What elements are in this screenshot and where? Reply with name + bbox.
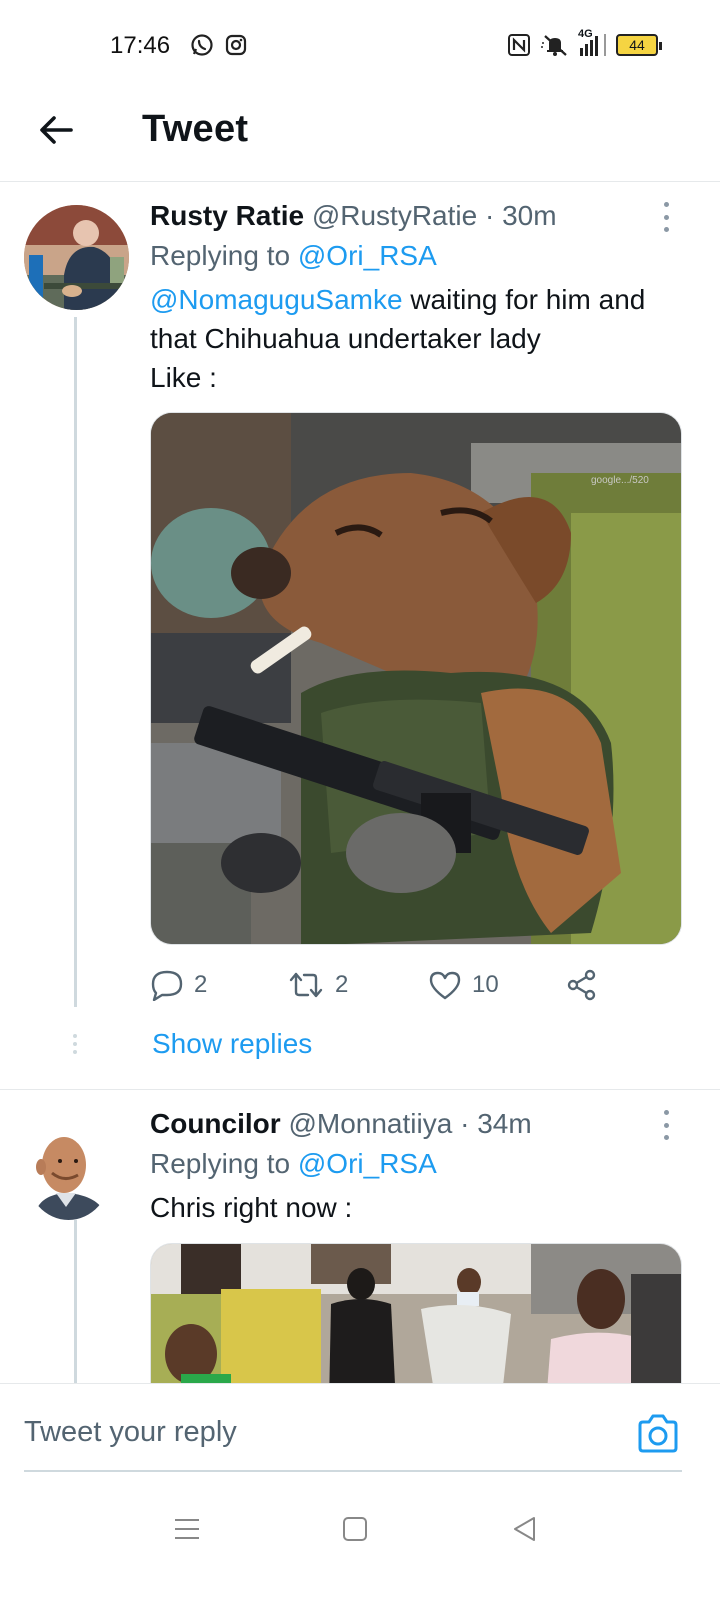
status-bar: 17:46 4G 44 bbox=[0, 0, 720, 90]
dot-separator: · bbox=[484, 200, 495, 231]
author-name[interactable]: Councilor bbox=[150, 1108, 281, 1139]
system-nav-bar bbox=[0, 1483, 720, 1600]
author-handle[interactable]: @Monnatiiya bbox=[288, 1108, 452, 1139]
composer-underline bbox=[24, 1470, 682, 1472]
whatsapp-icon bbox=[191, 34, 213, 56]
media-watermark: google.../520 bbox=[591, 475, 649, 486]
mute-icon bbox=[541, 35, 567, 56]
tweet-text-last-line: Like : bbox=[150, 362, 217, 393]
nfc-icon bbox=[508, 34, 530, 56]
thread-line bbox=[74, 317, 77, 1007]
battery-level: 44 bbox=[629, 37, 645, 53]
replying-to-link[interactable]: @Ori_RSA bbox=[298, 240, 437, 271]
network-type: 4G bbox=[578, 28, 593, 40]
author-handle[interactable]: @RustyRatie bbox=[312, 200, 477, 231]
page-title: Tweet bbox=[142, 108, 249, 150]
replying-to: Replying to @Ori_RSA bbox=[150, 1148, 682, 1180]
retweet-count: 2 bbox=[335, 971, 349, 998]
back-triangle-icon bbox=[514, 1517, 535, 1541]
menu-button[interactable] bbox=[167, 1509, 207, 1549]
menu-icon bbox=[175, 1519, 199, 1539]
battery-icon: 44 bbox=[616, 34, 662, 56]
reply-input[interactable]: Tweet your reply bbox=[24, 1416, 237, 1449]
tweet[interactable]: Rusty Ratie @RustyRatie · 30m Replying t… bbox=[0, 182, 720, 1090]
camera-button[interactable] bbox=[636, 1413, 680, 1455]
tweet-text: Chris right now : bbox=[150, 1192, 353, 1223]
more-options-button[interactable] bbox=[656, 1110, 676, 1140]
tweet-media[interactable]: google.../520 bbox=[150, 412, 682, 945]
like-count: 10 bbox=[472, 971, 499, 998]
replying-prefix: Replying to bbox=[150, 1148, 291, 1179]
replying-prefix: Replying to bbox=[150, 240, 291, 271]
thread-line bbox=[74, 1220, 77, 1383]
replying-to-link[interactable]: @Ori_RSA bbox=[298, 1148, 437, 1179]
camera-icon bbox=[638, 1414, 678, 1453]
home-button[interactable] bbox=[335, 1509, 375, 1549]
author-name[interactable]: Rusty Ratie bbox=[150, 200, 304, 231]
system-back-button[interactable] bbox=[504, 1509, 544, 1549]
status-left-icons bbox=[190, 33, 248, 57]
reply-button[interactable]: 2 bbox=[150, 969, 207, 1001]
avatar[interactable] bbox=[24, 205, 129, 310]
reply-count: 2 bbox=[194, 971, 208, 998]
status-right-icons: 4G 44 bbox=[508, 28, 662, 57]
retweet-icon bbox=[289, 972, 323, 998]
status-time: 17:46 bbox=[110, 32, 171, 59]
app-bar: Tweet bbox=[0, 90, 720, 182]
arrow-left-icon bbox=[40, 116, 73, 144]
show-replies-link[interactable]: Show replies bbox=[152, 1028, 312, 1060]
reply-icon bbox=[151, 970, 183, 1001]
replying-to: Replying to @Ori_RSA bbox=[150, 240, 682, 272]
signal-icon: 4G bbox=[578, 28, 606, 56]
tweet-body: Councilor @Monnatiiya · 34m Replying to … bbox=[150, 1108, 682, 1227]
tweet-header: Councilor @Monnatiiya · 34m bbox=[150, 1108, 682, 1140]
mention-link[interactable]: @NomaguguSamke bbox=[150, 284, 403, 315]
back-button[interactable] bbox=[34, 108, 78, 152]
media-image bbox=[151, 1244, 681, 1402]
media-image: google.../520 bbox=[151, 413, 681, 944]
retweet-button[interactable]: 2 bbox=[287, 970, 348, 1000]
instagram-icon bbox=[225, 34, 247, 56]
tweet-media[interactable] bbox=[150, 1243, 682, 1403]
reply-composer: Tweet your reply bbox=[0, 1383, 720, 1483]
heart-icon bbox=[429, 971, 461, 1000]
tweet-actions: 2 2 10 bbox=[150, 965, 620, 1005]
share-icon bbox=[567, 969, 596, 1001]
more-options-button[interactable] bbox=[656, 202, 676, 232]
tweet-body: Rusty Ratie @RustyRatie · 30m Replying t… bbox=[150, 200, 682, 397]
tweet[interactable]: Councilor @Monnatiiya · 34m Replying to … bbox=[0, 1090, 720, 1403]
avatar[interactable] bbox=[26, 1125, 111, 1220]
tweet-time: 30m bbox=[502, 200, 557, 231]
home-square-icon bbox=[343, 1517, 367, 1541]
dot-separator: · bbox=[460, 1108, 470, 1139]
tweet-text: @NomaguguSamke waiting for him and that … bbox=[150, 280, 682, 397]
share-button[interactable] bbox=[566, 969, 598, 1001]
tweet-header: Rusty Ratie @RustyRatie · 30m bbox=[150, 200, 682, 232]
tweet-time: 34m bbox=[477, 1108, 532, 1139]
like-button[interactable]: 10 bbox=[428, 970, 499, 1000]
thread-dots bbox=[73, 1034, 78, 1054]
